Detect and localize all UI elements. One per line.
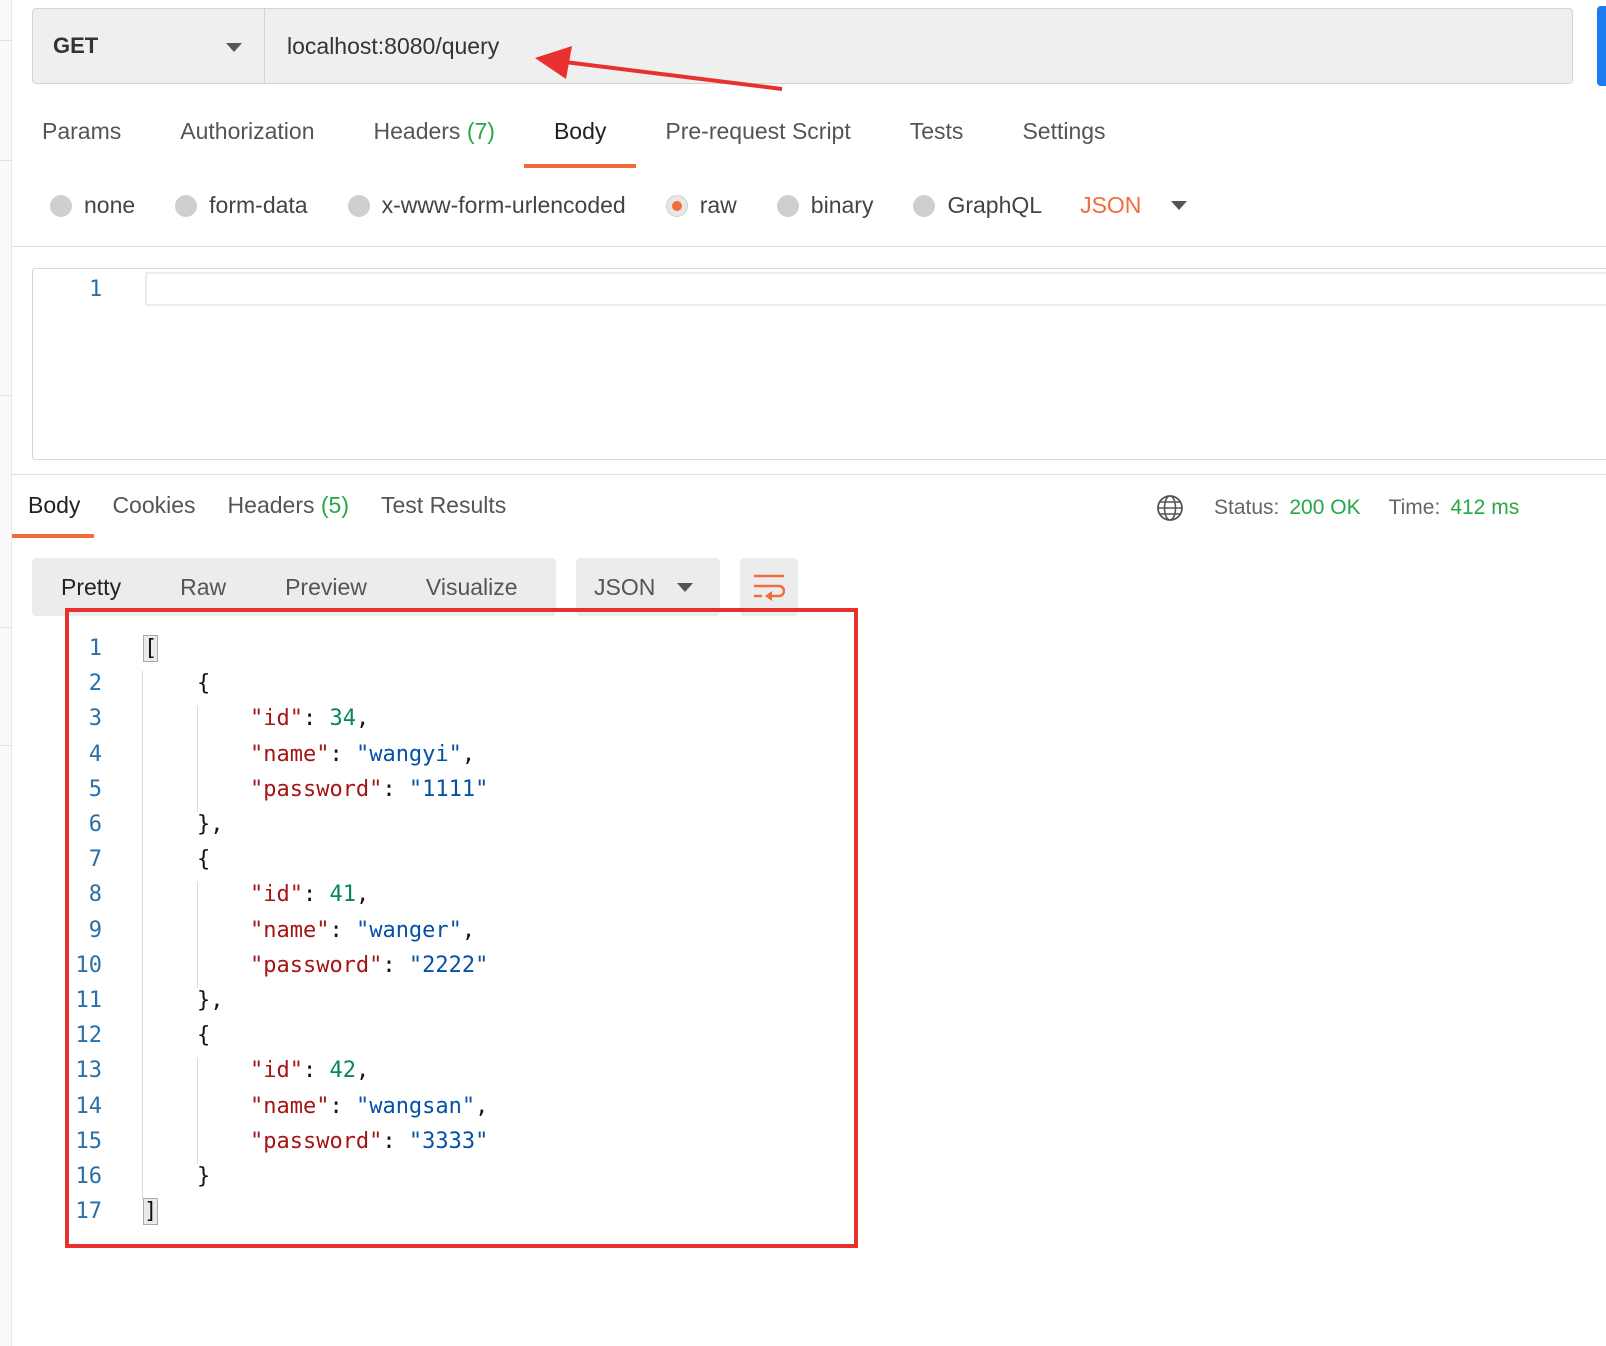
- wrap-lines-icon: [754, 574, 785, 601]
- tab-label: Cookies: [112, 492, 196, 518]
- tab-label: Tests: [909, 118, 964, 144]
- radio-label: form-data: [209, 192, 308, 218]
- view-mode-preview[interactable]: Preview: [285, 574, 367, 601]
- radio-button[interactable]: [776, 194, 799, 217]
- radio-button[interactable]: [50, 194, 72, 217]
- time-value: 412 ms: [1450, 496, 1520, 519]
- status-label: Status:: [1214, 496, 1280, 519]
- radio-button[interactable]: [913, 194, 936, 217]
- tab-label: Test Results: [381, 492, 507, 518]
- radio-label: none: [84, 192, 136, 218]
- radio-button[interactable]: [175, 194, 198, 217]
- response-tab-test-results[interactable]: Test Results: [381, 492, 506, 538]
- chevron-down-icon: [1171, 201, 1188, 210]
- view-mode-visualize[interactable]: Visualize: [426, 574, 518, 601]
- rail-divider: [0, 395, 11, 396]
- send-button[interactable]: [1597, 6, 1606, 86]
- rail-divider: [0, 160, 11, 161]
- line-number: 1: [89, 277, 103, 302]
- tab-label: Headers: [373, 118, 461, 144]
- body-type-raw[interactable]: raw: [665, 192, 737, 219]
- status-value: 200 OK: [1289, 496, 1361, 519]
- tab-body[interactable]: Body: [523, 118, 638, 168]
- divider: [11, 246, 1606, 247]
- tab-label: Params: [42, 118, 122, 144]
- tab-headers[interactable]: Headers (7): [374, 118, 495, 168]
- body-type-binary[interactable]: binary: [776, 192, 874, 219]
- tab-label: Settings: [1022, 118, 1106, 144]
- response-meta: Status: 200 OK Time: 412 ms: [1156, 492, 1547, 524]
- rail-divider: [0, 627, 11, 628]
- response-tab-cookies[interactable]: Cookies: [112, 492, 195, 538]
- body-language-label: JSON: [1080, 192, 1142, 218]
- radio-label: binary: [810, 192, 874, 218]
- body-type-none[interactable]: none: [50, 192, 135, 219]
- tab-tests[interactable]: Tests: [910, 118, 964, 168]
- request-tabs: Params Authorization Headers (7) Body Pre-re…: [42, 118, 1165, 168]
- response-tab-body[interactable]: Body: [11, 492, 95, 538]
- body-type-form-data[interactable]: form-data: [175, 192, 308, 219]
- request-body-editor[interactable]: 1: [32, 268, 1606, 460]
- body-type-graphql[interactable]: GraphQL: [913, 192, 1042, 219]
- tab-count: (7): [466, 118, 495, 144]
- response-tab-headers[interactable]: Headers (5): [228, 492, 349, 538]
- annotation-highlight-box: [65, 608, 858, 1248]
- radio-label: x-www-form-urlencoded: [381, 192, 626, 218]
- tab-label: Pre-request Script: [665, 118, 851, 144]
- radio-label: raw: [699, 192, 737, 218]
- tab-label: Body: [28, 492, 81, 518]
- time-label: Time:: [1388, 496, 1441, 519]
- tab-settings[interactable]: Settings: [1022, 118, 1105, 168]
- body-type-x-www-form-urlencoded[interactable]: x-www-form-urlencoded: [347, 192, 626, 219]
- body-type-selector: none form-data x-www-form-urlencoded raw bin…: [50, 192, 1188, 219]
- annotation-arrow: [535, 46, 783, 91]
- tab-params[interactable]: Params: [42, 118, 121, 168]
- tab-authorization[interactable]: Authorization: [180, 118, 314, 168]
- radio-button[interactable]: [347, 194, 370, 217]
- globe-icon[interactable]: [1156, 494, 1184, 522]
- response-format-label: JSON: [594, 573, 656, 600]
- body-language-select[interactable]: JSON: [1080, 192, 1188, 219]
- tab-count: (5): [320, 492, 349, 518]
- left-rail: [0, 0, 12, 1346]
- active-line[interactable]: [145, 272, 1606, 306]
- radio-button[interactable]: [665, 194, 688, 217]
- tab-pre-request-script[interactable]: Pre-request Script: [665, 118, 850, 168]
- radio-label: GraphQL: [947, 192, 1043, 218]
- tab-label: Authorization: [180, 118, 315, 144]
- chevron-down-icon: [677, 582, 694, 592]
- tab-label: Body: [553, 118, 607, 144]
- rail-divider: [0, 745, 11, 746]
- divider: [11, 474, 1606, 475]
- tab-label: Headers: [227, 492, 315, 518]
- response-tabs: Body Cookies Headers (5) Test Results: [11, 492, 538, 538]
- view-mode-raw[interactable]: Raw: [180, 574, 226, 601]
- view-mode-pretty[interactable]: Pretty: [61, 574, 121, 601]
